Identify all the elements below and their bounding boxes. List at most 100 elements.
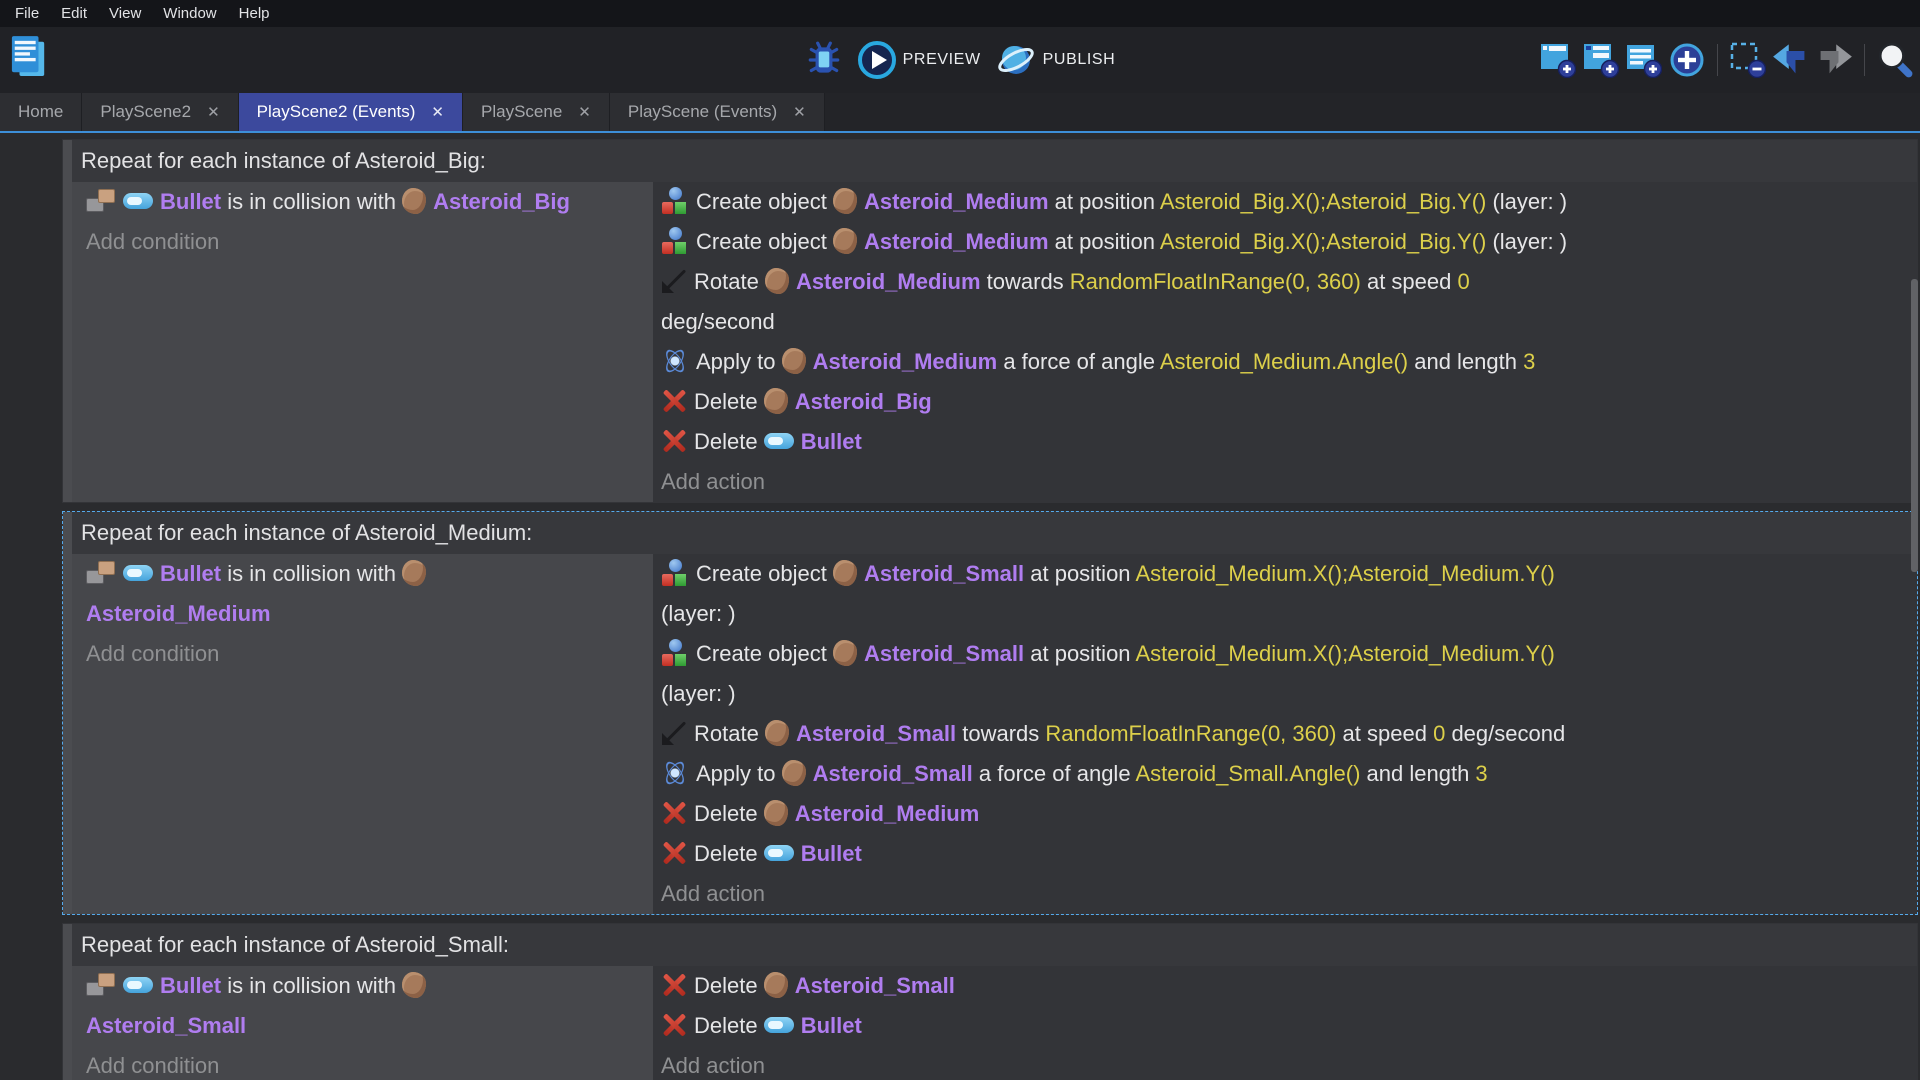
- action-row[interactable]: Delete Asteroid_Medium: [661, 794, 1917, 834]
- search-button[interactable]: [1876, 40, 1914, 80]
- bullet-icon: [123, 193, 153, 209]
- preview-label[interactable]: PREVIEW: [903, 51, 981, 69]
- add-action-button[interactable]: Add action: [661, 1046, 1917, 1080]
- event-header[interactable]: Repeat for each instance of Asteroid_Big…: [72, 140, 1917, 182]
- text-segment: a force of angle: [973, 761, 1136, 786]
- delete-icon: [661, 840, 687, 866]
- tab-close-icon[interactable]: ✕: [207, 103, 220, 121]
- menu-file[interactable]: File: [4, 0, 50, 27]
- text-segment: Asteroid_Small.Angle(): [1135, 761, 1360, 786]
- action-row[interactable]: Create object Asteroid_Medium at positio…: [661, 222, 1917, 262]
- event-block: Repeat for each instance of Asteroid_Sma…: [62, 923, 1918, 1080]
- text-segment: (layer: ): [1486, 229, 1567, 254]
- search-icon: [1876, 41, 1914, 79]
- tab-playscene2-events-[interactable]: PlayScene2 (Events)✕: [239, 93, 463, 131]
- delete-selection-button[interactable]: [1729, 40, 1767, 80]
- event-main: Repeat for each instance of Asteroid_Big…: [72, 140, 1917, 502]
- text-segment: deg/second: [1445, 721, 1565, 746]
- asteroid-icon: [833, 640, 857, 666]
- text-segment: at position: [1024, 561, 1135, 586]
- action-row[interactable]: Delete Asteroid_Big: [661, 382, 1917, 422]
- text-segment: Delete: [694, 841, 764, 866]
- text-segment: Create object: [696, 561, 833, 586]
- publish-button[interactable]: PUBLISH: [995, 40, 1116, 80]
- action-row[interactable]: Delete Bullet: [661, 834, 1917, 874]
- add-condition-button[interactable]: Add condition: [86, 1046, 653, 1080]
- debug-button[interactable]: [805, 40, 843, 80]
- event-drag-handle[interactable]: [63, 140, 72, 502]
- text-segment: is in collision with: [221, 973, 402, 998]
- tab-label: PlayScene: [481, 102, 562, 122]
- add-sub-event-button[interactable]: [1582, 40, 1620, 80]
- tab-playscene[interactable]: PlayScene ✕: [463, 93, 610, 131]
- event-drag-handle[interactable]: [63, 924, 72, 1080]
- action-row[interactable]: Delete Asteroid_Small: [661, 966, 1917, 1006]
- condition-row[interactable]: Bullet is in collision with Asteroid_Big: [86, 182, 653, 222]
- action-row[interactable]: (layer: ): [661, 594, 1917, 634]
- undo-button[interactable]: [1772, 40, 1810, 80]
- add-new-event-button[interactable]: [1668, 40, 1706, 80]
- add-event-button[interactable]: [1539, 40, 1577, 80]
- text-segment: Bullet: [160, 973, 221, 998]
- vertical-scrollbar-thumb[interactable]: [1911, 279, 1918, 572]
- action-row[interactable]: Apply to Asteroid_Small a force of angle…: [661, 754, 1917, 794]
- tab-playscene-events-[interactable]: PlayScene (Events)✕: [610, 93, 825, 131]
- add-new-icon: [1669, 42, 1705, 78]
- action-row[interactable]: Create object Asteroid_Medium at positio…: [661, 182, 1917, 222]
- menu-help[interactable]: Help: [228, 0, 281, 27]
- tab-close-icon[interactable]: ✕: [578, 103, 591, 121]
- text-segment: Asteroid_Big.X();Asteroid_Big.Y(): [1160, 229, 1486, 254]
- event-header[interactable]: Repeat for each instance of Asteroid_Sma…: [72, 924, 1917, 966]
- add-action-button[interactable]: Add action: [661, 874, 1917, 914]
- delete-icon: [661, 428, 687, 454]
- action-row[interactable]: Create object Asteroid_Small at position…: [661, 554, 1917, 594]
- condition-row[interactable]: Asteroid_Medium: [86, 594, 653, 634]
- text-segment: (layer: ): [661, 601, 736, 626]
- event-drag-handle[interactable]: [63, 512, 72, 914]
- action-row[interactable]: Rotate Asteroid_Small towards RandomFloa…: [661, 714, 1917, 754]
- tab-playscene2[interactable]: PlayScene2✕: [82, 93, 238, 131]
- text-segment: Create object: [696, 229, 833, 254]
- tab-close-icon[interactable]: ✕: [431, 103, 444, 121]
- action-row[interactable]: Delete Bullet: [661, 422, 1917, 462]
- force-icon: [661, 759, 689, 787]
- menu-window[interactable]: Window: [152, 0, 227, 27]
- condition-row[interactable]: Asteroid_Small: [86, 1006, 653, 1046]
- tab-close-icon[interactable]: ✕: [793, 103, 806, 121]
- menu-view[interactable]: View: [98, 0, 152, 27]
- add-condition-button[interactable]: Add condition: [86, 634, 653, 674]
- conditions-column: Bullet is in collision with Asteroid_Big…: [72, 182, 653, 502]
- delete-icon: [661, 800, 687, 826]
- text-segment: and length: [1360, 761, 1475, 786]
- event-header[interactable]: Repeat for each instance of Asteroid_Med…: [72, 512, 1917, 554]
- action-row[interactable]: (layer: ): [661, 674, 1917, 714]
- publish-label[interactable]: PUBLISH: [1043, 51, 1116, 69]
- action-row[interactable]: Apply to Asteroid_Medium a force of angl…: [661, 342, 1917, 382]
- preview-button[interactable]: PREVIEW: [857, 40, 981, 80]
- action-row[interactable]: Rotate Asteroid_Medium towards RandomFlo…: [661, 262, 1917, 302]
- redo-button[interactable]: [1815, 40, 1853, 80]
- text-segment: Bullet: [801, 841, 862, 866]
- add-condition-button[interactable]: Add condition: [86, 222, 653, 262]
- add-sub-event-icon: [1583, 42, 1619, 78]
- asteroid-icon: [833, 228, 857, 254]
- text-segment: Asteroid_Small: [864, 641, 1024, 666]
- add-comment-button[interactable]: [1625, 40, 1663, 80]
- add-action-button[interactable]: Add action: [661, 462, 1917, 502]
- bullet-icon: [764, 845, 794, 861]
- tab-home[interactable]: Home: [0, 93, 82, 131]
- condition-row[interactable]: Bullet is in collision with: [86, 554, 653, 594]
- asteroid-icon: [782, 348, 806, 374]
- text-segment: 0: [1458, 269, 1470, 294]
- tab-bar: HomePlayScene2✕PlayScene2 (Events)✕PlayS…: [0, 93, 1920, 133]
- action-row[interactable]: Delete Bullet: [661, 1006, 1917, 1046]
- text-segment: (layer: ): [1486, 189, 1567, 214]
- action-row[interactable]: deg/second: [661, 302, 1917, 342]
- condition-row[interactable]: Bullet is in collision with: [86, 966, 653, 1006]
- text-segment: Asteroid_Medium.X();Asteroid_Medium.Y(): [1135, 561, 1554, 586]
- event-body: Bullet is in collision with Asteroid_Sma…: [72, 966, 1917, 1080]
- action-row[interactable]: Create object Asteroid_Small at position…: [661, 634, 1917, 674]
- menu-edit[interactable]: Edit: [50, 0, 98, 27]
- text-segment: Asteroid_Small: [813, 761, 973, 786]
- event-body: Bullet is in collision with Asteroid_Med…: [72, 554, 1917, 914]
